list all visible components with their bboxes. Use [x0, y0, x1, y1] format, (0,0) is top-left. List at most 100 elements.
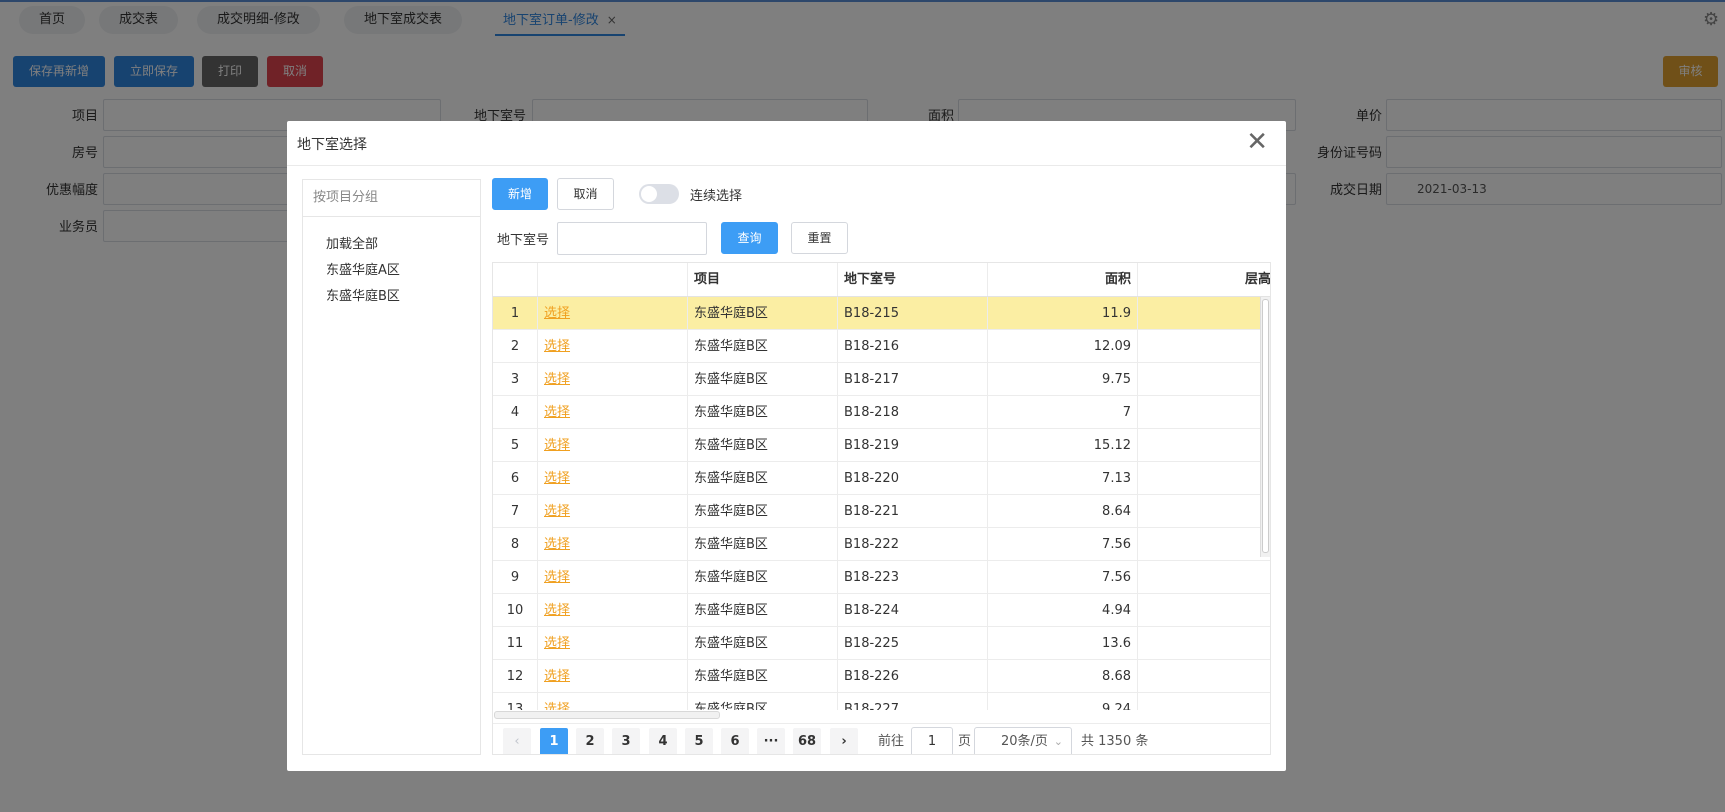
table-body: 项目 地下室号 面积 层高 1 选择 东盛华庭B区 B18-215 11.9 2 选择 东盛华…	[493, 263, 1270, 710]
goto-page-input[interactable]: 1	[911, 727, 953, 754]
project-cell: 东盛华庭B区	[688, 363, 838, 396]
table-row[interactable]: 3 选择 东盛华庭B区 B18-217 9.75	[493, 363, 1270, 396]
page-button-68[interactable]: 68	[793, 728, 821, 754]
select-link-text[interactable]: 选择	[544, 636, 570, 651]
area-cell: 8.68	[988, 660, 1138, 693]
more-pages-button[interactable]: ···	[757, 728, 785, 754]
basement-no-cell: B18-224	[838, 594, 988, 627]
select-link[interactable]: 选择	[538, 330, 688, 363]
page-button-4[interactable]: 4	[649, 728, 677, 754]
select-link-text[interactable]: 选择	[544, 504, 570, 519]
horizontal-scrollbar[interactable]	[494, 711, 720, 719]
vertical-scrollbar[interactable]	[1260, 297, 1270, 557]
project-cell: 东盛华庭B区	[688, 330, 838, 363]
col-header-area[interactable]: 面积	[988, 263, 1138, 296]
continuous-select-toggle[interactable]	[639, 184, 679, 204]
page-size-select[interactable]: 20条/页 ⌄	[974, 727, 1072, 754]
col-header-basement-no[interactable]: 地下室号	[838, 263, 988, 296]
select-link[interactable]: 选择	[538, 462, 688, 495]
floor-height-cell	[1138, 594, 1270, 627]
select-link-text[interactable]: 选择	[544, 702, 570, 710]
continuous-select-label: 连续选择	[690, 189, 743, 204]
basement-no-cell: B18-227	[838, 693, 988, 710]
group-item-a[interactable]: 东盛华庭A区	[326, 259, 400, 278]
table-row[interactable]: 10 选择 东盛华庭B区 B18-224 4.94	[493, 594, 1270, 627]
group-item-all[interactable]: 加载全部	[326, 233, 378, 252]
area-cell: 7.13	[988, 462, 1138, 495]
table-row[interactable]: 8 选择 东盛华庭B区 B18-222 7.56	[493, 528, 1270, 561]
group-panel: 按项目分组 加载全部 东盛华庭A区 东盛华庭B区	[302, 179, 481, 755]
area-cell: 15.12	[988, 429, 1138, 462]
divider	[287, 165, 1286, 166]
select-link[interactable]: 选择	[538, 429, 688, 462]
select-link-text[interactable]: 选择	[544, 306, 570, 321]
select-link-text[interactable]: 选择	[544, 339, 570, 354]
basement-no-cell: B18-226	[838, 660, 988, 693]
table-row[interactable]: 1 选择 东盛华庭B区 B18-215 11.9	[493, 297, 1270, 330]
close-icon[interactable]: ✕	[1246, 129, 1268, 155]
table-row[interactable]: 12 选择 东盛华庭B区 B18-226 8.68	[493, 660, 1270, 693]
table-row[interactable]: 5 选择 东盛华庭B区 B18-219 15.12	[493, 429, 1270, 462]
basement-no-cell: B18-218	[838, 396, 988, 429]
select-link-text[interactable]: 选择	[544, 405, 570, 420]
query-button[interactable]: 查询	[721, 222, 778, 254]
table-row[interactable]: 11 选择 东盛华庭B区 B18-225 13.6	[493, 627, 1270, 660]
table-row[interactable]: 4 选择 东盛华庭B区 B18-218 7	[493, 396, 1270, 429]
next-page-button[interactable]: ›	[830, 728, 858, 754]
area-cell: 4.94	[988, 594, 1138, 627]
page-button-1[interactable]: 1	[540, 728, 568, 754]
select-link[interactable]: 选择	[538, 528, 688, 561]
select-link[interactable]: 选择	[538, 594, 688, 627]
project-cell: 东盛华庭B区	[688, 627, 838, 660]
col-header-project[interactable]: 项目	[688, 263, 838, 296]
table-row[interactable]: 6 选择 东盛华庭B区 B18-220 7.13	[493, 462, 1270, 495]
cancel-button[interactable]: 取消	[557, 178, 614, 210]
table-row[interactable]: 13 选择 东盛华庭B区 B18-227 9.24	[493, 693, 1270, 710]
project-cell: 东盛华庭B区	[688, 429, 838, 462]
reset-button[interactable]: 重置	[791, 222, 848, 254]
row-index: 10	[493, 594, 538, 627]
table-row[interactable]: 9 选择 东盛华庭B区 B18-223 7.56	[493, 561, 1270, 594]
basement-no-cell: B18-221	[838, 495, 988, 528]
table-row[interactable]: 7 选择 东盛华庭B区 B18-221 8.64	[493, 495, 1270, 528]
select-link-text[interactable]: 选择	[544, 603, 570, 618]
row-index: 1	[493, 297, 538, 330]
basement-no-cell: B18-220	[838, 462, 988, 495]
floor-height-cell	[1138, 693, 1270, 710]
basement-no-search-label: 地下室号	[497, 233, 550, 248]
project-cell: 东盛华庭B区	[688, 528, 838, 561]
basement-no-search-input[interactable]	[557, 222, 707, 255]
select-link-text[interactable]: 选择	[544, 669, 570, 684]
select-link[interactable]: 选择	[538, 660, 688, 693]
page-button-5[interactable]: 5	[685, 728, 713, 754]
select-link[interactable]: 选择	[538, 363, 688, 396]
col-header-floor-height[interactable]: 层高	[1138, 263, 1270, 296]
page-button-3[interactable]: 3	[612, 728, 640, 754]
select-link-text[interactable]: 选择	[544, 570, 570, 585]
basement-no-cell: B18-219	[838, 429, 988, 462]
table-row[interactable]: 2 选择 东盛华庭B区 B18-216 12.09	[493, 330, 1270, 363]
scroll-thumb[interactable]	[1262, 299, 1269, 553]
select-link[interactable]: 选择	[538, 495, 688, 528]
project-cell: 东盛华庭B区	[688, 594, 838, 627]
select-link-text[interactable]: 选择	[544, 438, 570, 453]
select-link[interactable]: 选择	[538, 693, 688, 710]
select-link-text[interactable]: 选择	[544, 537, 570, 552]
area-cell: 9.24	[988, 693, 1138, 710]
select-link[interactable]: 选择	[538, 297, 688, 330]
page-button-6[interactable]: 6	[721, 728, 749, 754]
page-button-2[interactable]: 2	[576, 728, 604, 754]
basement-no-cell: B18-217	[838, 363, 988, 396]
basement-no-cell: B18-225	[838, 627, 988, 660]
select-link-text[interactable]: 选择	[544, 471, 570, 486]
group-item-b[interactable]: 东盛华庭B区	[326, 285, 400, 304]
project-cell: 东盛华庭B区	[688, 297, 838, 330]
select-link[interactable]: 选择	[538, 627, 688, 660]
select-link[interactable]: 选择	[538, 561, 688, 594]
prev-page-button[interactable]: ‹	[503, 728, 531, 754]
table-header: 项目 地下室号 面积 层高	[493, 263, 1270, 297]
select-link-text[interactable]: 选择	[544, 372, 570, 387]
area-cell: 11.9	[988, 297, 1138, 330]
add-button[interactable]: 新增	[492, 178, 548, 210]
select-link[interactable]: 选择	[538, 396, 688, 429]
